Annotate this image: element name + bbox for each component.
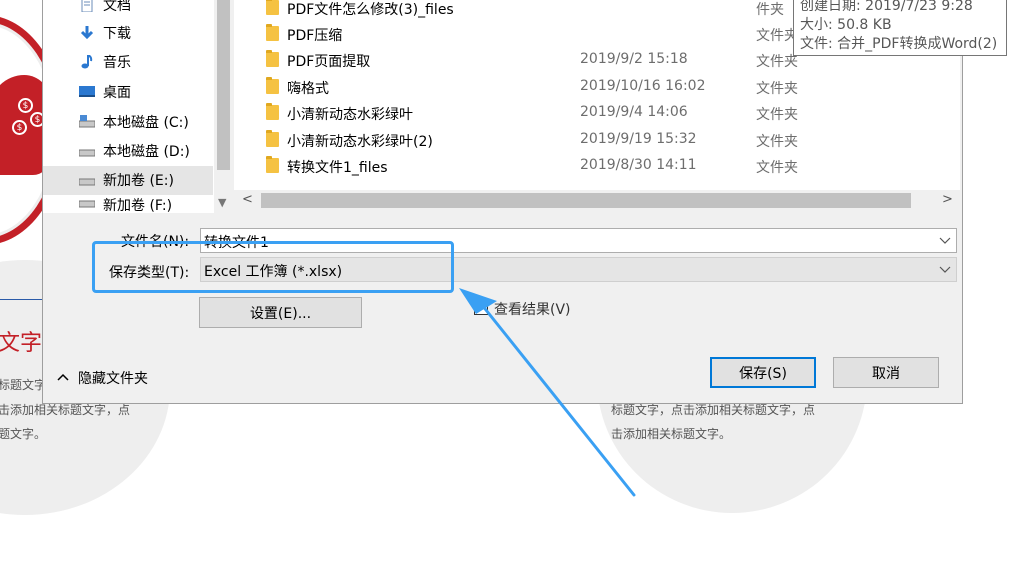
screen: $ $ $ 文字d 标题文字 击添加相关标题文字，点 题文字。 标题文字，点击添… — [0, 0, 1024, 581]
annotation-arrow — [459, 288, 636, 497]
